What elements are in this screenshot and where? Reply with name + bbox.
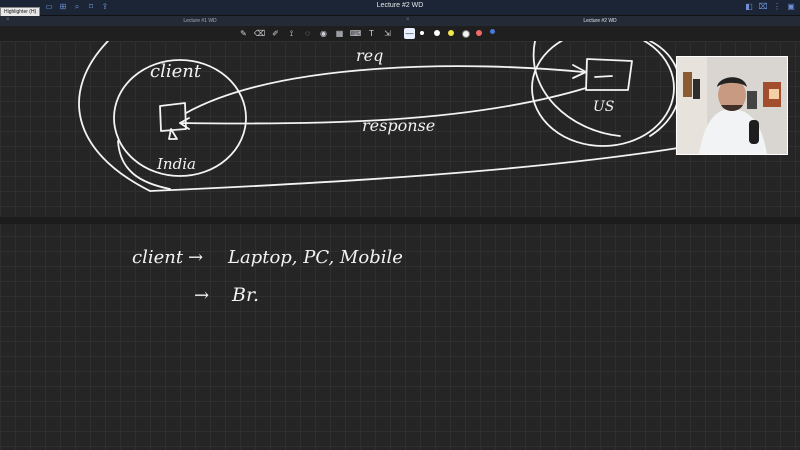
tab-lecture-1[interactable]: Lecture #1 WD [0,16,400,26]
color-swatch-light[interactable] [462,30,470,38]
link-icon[interactable]: ⇲ [382,28,393,39]
drawing-toolbar: ✎ ⌫ ✐ ⟟ ◌ ◉ ▦ ⌨ T ⇲ — [0,26,800,41]
eraser-icon[interactable]: ⌫ [254,28,265,39]
outline-icon[interactable]: ⌧ [758,2,768,12]
label-req: req [356,46,384,65]
label-response: response [362,116,436,135]
pen-icon[interactable]: ✎ [238,28,249,39]
color-swatch-red[interactable] [476,30,482,36]
color-swatch-yellow[interactable] [448,30,454,36]
color-swatch-white[interactable] [434,30,440,36]
arrow-1: → [188,247,204,268]
label-client-top: client [150,61,202,82]
more-icon[interactable]: ⋮ [772,2,782,12]
toggle-view-icon[interactable]: ▣ [786,2,796,12]
tab-lecture-2[interactable]: Lecture #2 WD [400,16,800,26]
label-client-line: client [132,247,184,268]
text-icon[interactable]: T [366,28,377,39]
color-swatch-white-small[interactable] [420,31,424,35]
webcam-overlay [676,56,788,155]
bookmark-page-icon[interactable]: ◧ [744,2,754,12]
pen-thickness-icon[interactable]: — [404,28,415,39]
window-title-bar: ▭ ⊞ ⌕ ⌑ ⇪ Lecture #2 WD ◧ ⌧ ⋮ ▣ Highligh… [0,0,800,17]
stamp-icon[interactable]: ◉ [318,28,329,39]
label-devices: Laptop, PC, Mobile [228,247,403,268]
lasso-icon[interactable]: ⟟ [286,28,297,39]
label-browser: Br. [232,284,259,306]
label-us: US [593,99,615,115]
arrow-2: → [194,285,210,306]
window-title: Lecture #2 WD [376,2,424,9]
keyboard-icon[interactable]: ⌨ [350,28,362,39]
label-india: India [157,155,196,173]
shapes-icon[interactable]: ◌ [302,28,313,39]
color-swatch-blue[interactable] [490,29,495,34]
image-icon[interactable]: ▦ [334,28,345,39]
highlighter-icon[interactable]: ✐ [270,28,281,39]
